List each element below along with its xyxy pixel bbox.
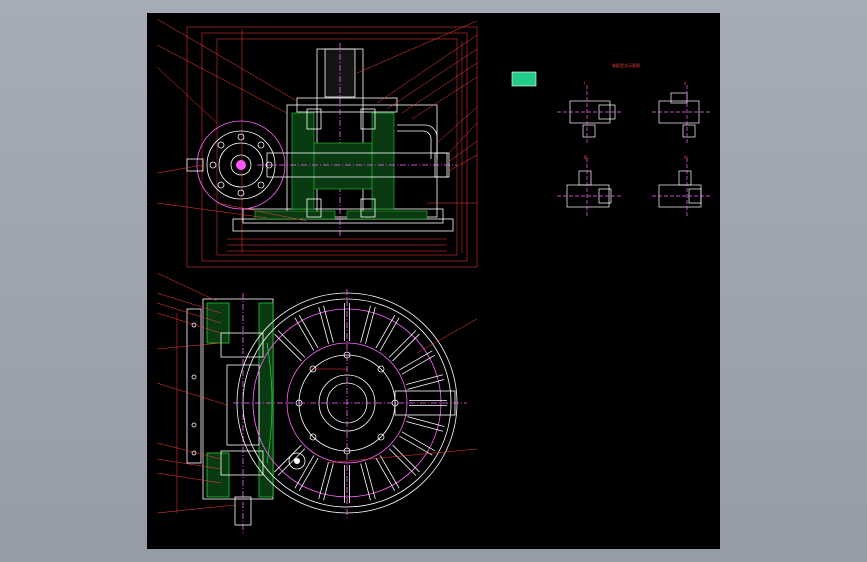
cad-drawing-sheet[interactable]: 装配型式示意图 Ⅰ Ⅱ Ⅲ Ⅳ: [147, 13, 720, 549]
wheel-rib: [294, 317, 315, 351]
wheel-rib: [360, 463, 371, 501]
wheel-rib: [274, 333, 302, 362]
wheel-rib: [392, 444, 420, 473]
wheel-rib: [379, 317, 400, 351]
arrangement-iii: [557, 158, 622, 218]
wheel-rib: [388, 330, 417, 358]
wheel-rib: [401, 431, 436, 452]
wheel-rib: [323, 463, 334, 501]
front-section-view: [156, 18, 478, 268]
wheel-rib: [365, 306, 376, 344]
arrangement-i: [557, 85, 622, 145]
wheel-rib: [407, 379, 445, 390]
wheel-rib: [318, 462, 329, 500]
wheel-rib: [277, 448, 306, 476]
wheel-rib: [360, 305, 371, 343]
arrangement-label-i: Ⅰ: [584, 81, 585, 86]
arrangement-label-ii: Ⅱ: [684, 81, 686, 86]
wheel-rib: [318, 306, 329, 344]
arrangement-iv: [652, 158, 712, 218]
wheel-rib: [375, 457, 396, 492]
wheel-rib: [323, 305, 334, 343]
wheel-rib: [407, 416, 445, 427]
arrangement-diagrams: [557, 85, 712, 218]
wheel-rib: [298, 314, 319, 349]
wheel-rib: [365, 462, 376, 500]
wheel-rib: [379, 455, 400, 489]
arrangement-ii: [652, 85, 712, 145]
wheel-rib: [277, 330, 306, 358]
wheel-rib: [406, 374, 444, 385]
wheel-rib: [399, 350, 433, 371]
note-badge: [511, 71, 537, 87]
wheel-rib: [375, 314, 396, 349]
arrangement-label-iv: Ⅳ: [684, 155, 688, 160]
wheel-rib: [399, 435, 433, 456]
arrangement-label-iii: Ⅲ: [584, 155, 587, 160]
wheel-rib: [298, 457, 319, 492]
wheel-rib: [392, 333, 420, 362]
cad-drawing-canvas: 装配型式示意图 Ⅰ Ⅱ Ⅲ Ⅳ: [156, 18, 712, 533]
wheel-rib: [406, 421, 444, 432]
wheel-rib: [401, 354, 436, 375]
arrangement-title: 装配型式示意图: [612, 62, 640, 68]
wheel-rib: [388, 448, 417, 476]
